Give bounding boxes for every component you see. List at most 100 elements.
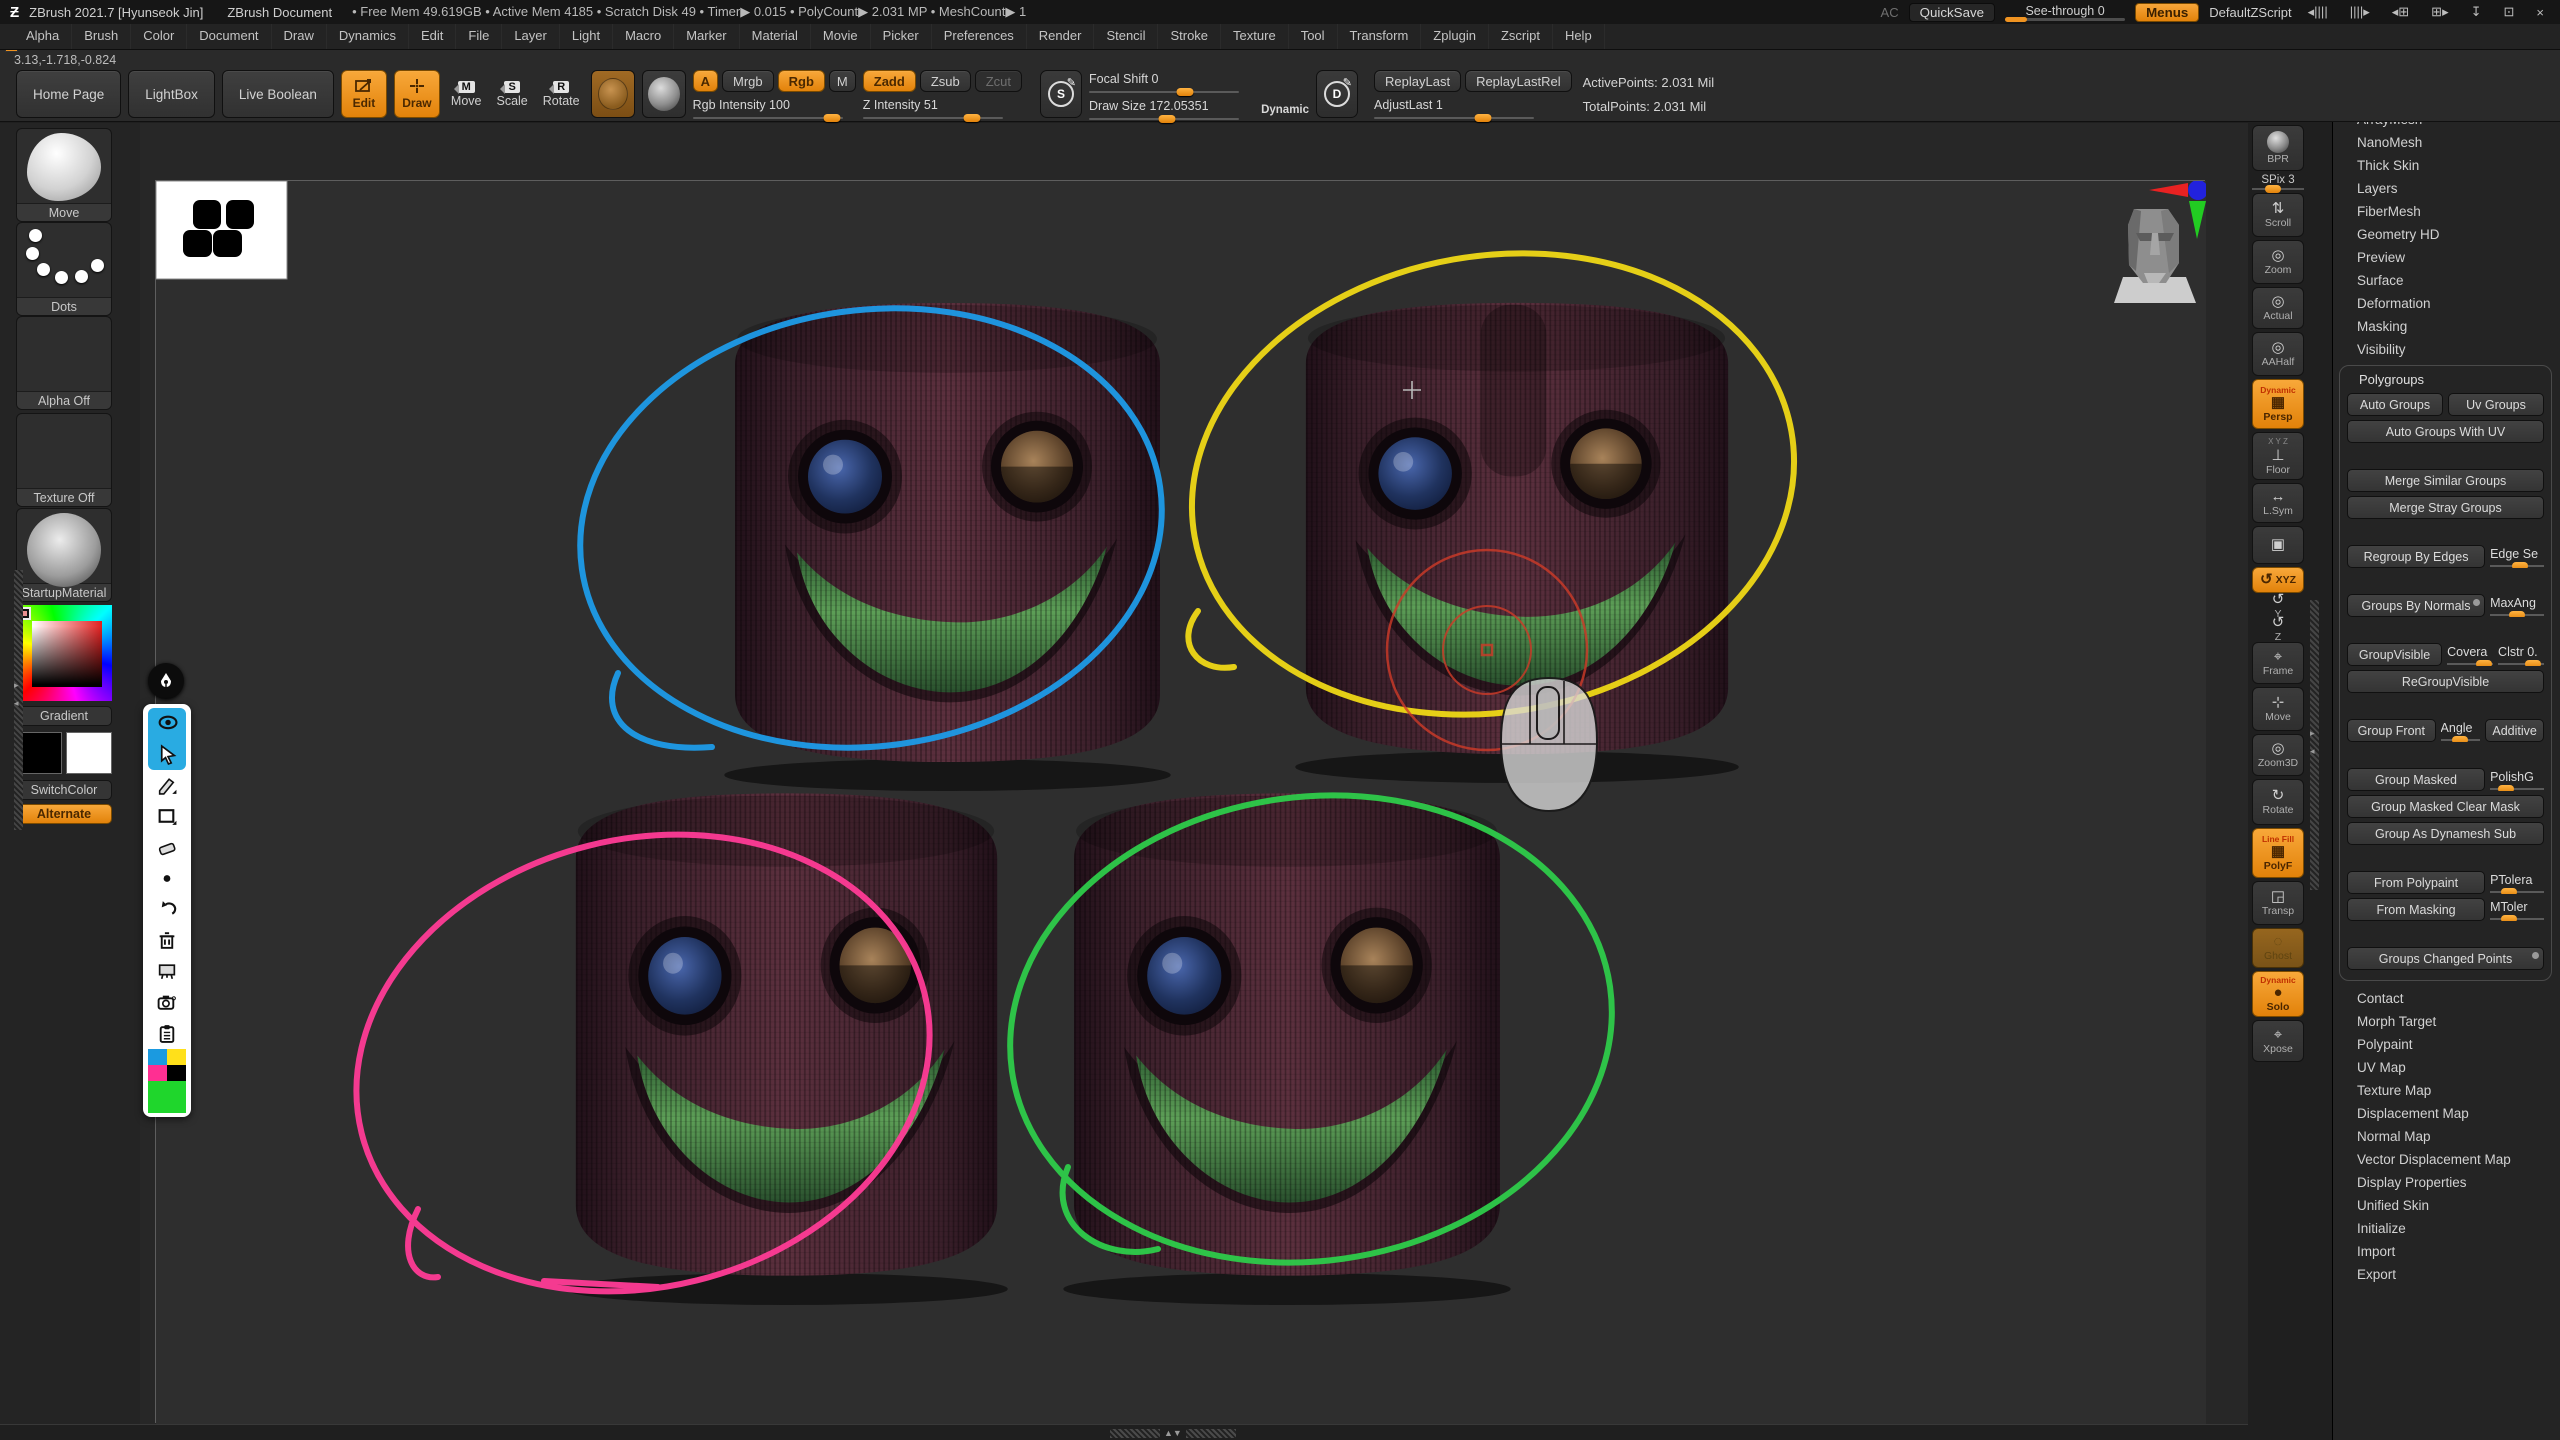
texture-sphere-button[interactable] (591, 70, 635, 118)
tool-section-morph-target[interactable]: Morph Target (2337, 1010, 2554, 1033)
tool-section-masking[interactable]: Masking (2337, 315, 2554, 338)
see-through-slider[interactable]: See-through 0 (2005, 4, 2125, 21)
menu-macro[interactable]: Macro (613, 24, 674, 49)
clipboard-icon[interactable] (148, 1018, 186, 1049)
pg-group-masked[interactable]: Group Masked (2347, 768, 2485, 791)
whiteboard-icon[interactable] (148, 956, 186, 987)
menu-stencil[interactable]: Stencil (1094, 24, 1158, 49)
frame-button[interactable]: ⌖Frame (2252, 642, 2304, 684)
tool-section-layers[interactable]: Layers (2337, 177, 2554, 200)
color-picker[interactable] (16, 605, 112, 701)
annotation-current-color[interactable] (148, 1081, 186, 1113)
palette-tile-texture[interactable]: Texture Off (16, 413, 112, 507)
palette-tile-material[interactable]: StartupMaterial (16, 508, 112, 602)
gradient-button[interactable]: Gradient (16, 706, 112, 726)
pg-from-polypaint[interactable]: From Polypaint (2347, 871, 2485, 894)
mrgb-button[interactable]: Mrgb (722, 70, 774, 92)
menu-texture[interactable]: Texture (1221, 24, 1289, 49)
stroke-selector-button[interactable]: ✎ S (1040, 70, 1082, 118)
close-icon[interactable]: × (2530, 5, 2550, 20)
rgb-button[interactable]: Rgb (778, 70, 825, 92)
auto-mode-button[interactable]: A (693, 70, 718, 92)
trash-icon[interactable] (148, 925, 186, 956)
menu-alpha[interactable]: Alpha (14, 24, 72, 49)
palette-tile-brush[interactable]: Move (16, 128, 112, 222)
pg-merge-stray-groups[interactable]: Merge Stray Groups (2347, 496, 2544, 519)
polyf-button[interactable]: Line Fill▦PolyF (2252, 828, 2304, 878)
menu-transform[interactable]: Transform (1338, 24, 1422, 49)
pg-slider-clstr-0-[interactable]: Clstr 0. (2498, 643, 2544, 666)
pg-slider-maxang[interactable]: MaxAng (2490, 594, 2544, 617)
cursor-icon[interactable] (148, 739, 186, 770)
spix-slider[interactable]: SPix 3 (2252, 174, 2304, 190)
zoom-button[interactable]: ◎Zoom (2252, 240, 2304, 284)
tool-section-preview[interactable]: Preview (2337, 246, 2554, 269)
document-viewport[interactable] (155, 180, 2205, 1423)
tool-section-import[interactable]: Import (2337, 1240, 2554, 1263)
pg-groupvisible[interactable]: GroupVisible (2347, 643, 2442, 666)
palette-color-1[interactable] (167, 1049, 186, 1065)
menu-help[interactable]: Help (1553, 24, 1605, 49)
roty-button[interactable]: ↺Y (2252, 596, 2304, 616)
tool-section-contact[interactable]: Contact (2337, 987, 2554, 1010)
dock-left-icon[interactable]: ◂⊞ (2386, 4, 2415, 20)
ghost-button[interactable]: ◌Ghost (2252, 928, 2304, 968)
material-sphere-button[interactable] (642, 70, 686, 118)
tool-section-export[interactable]: Export (2337, 1263, 2554, 1286)
pg-regroupvisible[interactable]: ReGroupVisible (2347, 670, 2544, 693)
palette-color-2[interactable] (148, 1065, 167, 1081)
pg-auto-groups-with-uv[interactable]: Auto Groups With UV (2347, 420, 2544, 443)
home-page-button[interactable]: Home Page (16, 70, 121, 118)
menu-marker[interactable]: Marker (674, 24, 739, 49)
pg-group-masked-clear-mask[interactable]: Group Masked Clear Mask (2347, 795, 2544, 818)
menu-light[interactable]: Light (560, 24, 613, 49)
tool-section-surface[interactable]: Surface (2337, 269, 2554, 292)
scroll-button[interactable]: ⇅Scroll (2252, 193, 2304, 237)
tool-section-display-properties[interactable]: Display Properties (2337, 1171, 2554, 1194)
tool-section-initialize[interactable]: Initialize (2337, 1217, 2554, 1240)
undo-icon[interactable] (148, 894, 186, 925)
zsub-button[interactable]: Zsub (920, 70, 971, 92)
menu-tool[interactable]: Tool (1289, 24, 1338, 49)
focal-shift-slider[interactable]: Focal Shift 0 (1089, 70, 1239, 93)
pg-merge-similar-groups[interactable]: Merge Similar Groups (2347, 469, 2544, 492)
canvas-area[interactable] (140, 123, 2248, 1424)
scale-button[interactable]: S Scale (492, 70, 531, 118)
dynamic-label[interactable]: Dynamic (1261, 104, 1309, 116)
draw-size-slider[interactable]: Draw Size 172.05351 (1089, 97, 1239, 120)
pg-slider-edge-se[interactable]: Edge Se (2490, 545, 2544, 568)
menu-zscript[interactable]: Zscript (1489, 24, 1553, 49)
minimize-icon[interactable]: ↧ (2465, 4, 2488, 20)
camlock-button[interactable]: ▣ (2252, 526, 2304, 564)
draw-button[interactable]: Draw (394, 70, 440, 118)
zadd-button[interactable]: Zadd (863, 70, 916, 92)
palette-color-0[interactable] (148, 1049, 167, 1065)
restore-icon[interactable]: ⊡ (2498, 4, 2521, 20)
edit-button[interactable]: Edit (341, 70, 387, 118)
zcut-button[interactable]: Zcut (975, 70, 1022, 92)
live-boolean-button[interactable]: Live Boolean (222, 70, 334, 118)
pg-groups-by-normals[interactable]: Groups By Normals (2347, 594, 2485, 617)
replay-last-rel-button[interactable]: ReplayLastRel (1465, 70, 1572, 92)
left-tray-resize-handle[interactable]: ▸◂ (14, 570, 23, 830)
palette-tile-alpha[interactable]: Alpha Off (16, 316, 112, 410)
saturation-square[interactable] (32, 621, 102, 687)
palette-tile-stroke[interactable]: Dots (16, 222, 112, 316)
xpose-button[interactable]: ⌖Xpose (2252, 1020, 2304, 1062)
lightbox-button[interactable]: LightBox (128, 70, 215, 118)
pg-group-as-dynamesh-sub[interactable]: Group As Dynamesh Sub (2347, 822, 2544, 845)
menu-movie[interactable]: Movie (811, 24, 871, 49)
adjust-last-slider[interactable]: AdjustLast 1 (1374, 96, 1534, 119)
rotate-button[interactable]: R Rotate (539, 70, 584, 118)
menu-edit[interactable]: Edit (409, 24, 456, 49)
tool-section-unified-skin[interactable]: Unified Skin (2337, 1194, 2554, 1217)
menu-material[interactable]: Material (740, 24, 811, 49)
default-zscript-label[interactable]: DefaultZScript (2209, 5, 2291, 20)
transp-button[interactable]: ◲Transp (2252, 881, 2304, 925)
move-button[interactable]: M Move (447, 70, 486, 118)
zoom3d-button[interactable]: ◎Zoom3D (2252, 734, 2304, 776)
switchcolor-button[interactable]: SwitchColor (16, 780, 112, 800)
alternate-button[interactable]: Alternate (16, 804, 112, 824)
tool-section-deformation[interactable]: Deformation (2337, 292, 2554, 315)
pg-slider-covera[interactable]: Covera (2447, 643, 2493, 666)
